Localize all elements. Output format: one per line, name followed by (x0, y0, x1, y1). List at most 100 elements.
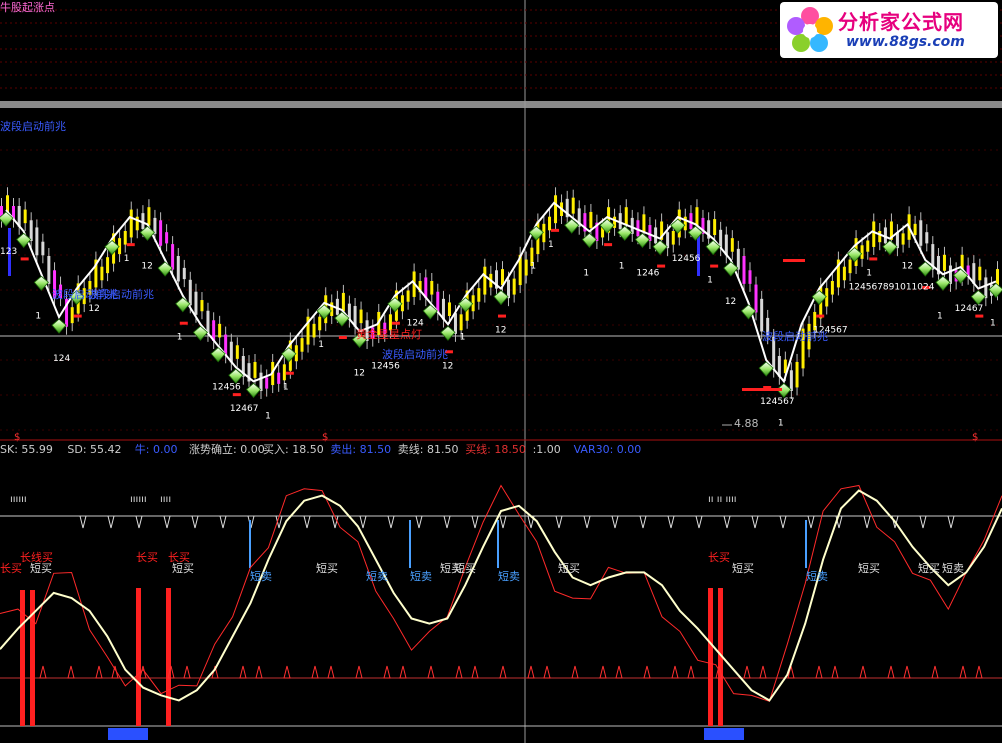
candle (171, 244, 175, 270)
signal-label: 短买 (30, 561, 52, 575)
candle (300, 338, 304, 352)
bottom-spike (283, 665, 291, 679)
bar-number-label: 1 (318, 340, 324, 350)
candle (235, 345, 239, 359)
top-spike (499, 515, 507, 529)
signal-label: 短买 (858, 561, 880, 575)
bar-number-label: 1 (283, 383, 289, 393)
indicator-value: 卖线: 81.50 (398, 442, 459, 456)
top-spike (695, 515, 703, 529)
candle (548, 216, 552, 231)
candle (35, 227, 39, 256)
candle (41, 241, 45, 256)
candle (748, 270, 752, 284)
candle (901, 233, 905, 245)
bottom-spike (311, 665, 319, 679)
top-spike (107, 515, 115, 529)
candle (948, 265, 952, 284)
candle (571, 197, 575, 214)
top-spike (415, 515, 423, 529)
bottom-spike (355, 665, 363, 679)
signal-label: 短买 (172, 561, 194, 575)
bottom-spike (543, 665, 551, 679)
candle (277, 372, 281, 384)
sk-line (0, 484, 1002, 702)
candle (925, 232, 929, 244)
bottom-spike (759, 665, 767, 679)
signal-label: 短卖 (942, 561, 964, 575)
price-panel[interactable] (0, 187, 1002, 426)
gem-marker (970, 290, 986, 306)
candle (23, 209, 27, 224)
candle (312, 323, 316, 338)
bottom-spike (671, 665, 679, 679)
bottom-spike (815, 665, 823, 679)
bar-number-label: 124 (407, 318, 424, 328)
bar-number-label: 1 (548, 240, 554, 250)
candle (176, 256, 180, 282)
gem-marker (192, 325, 209, 341)
bottom-spike (743, 665, 751, 679)
candle (984, 277, 988, 299)
stock-chart[interactable]: 牛股起涨点波段启动前兆 123 1 124 12 1 12 1 12456 12467 1 1 1 12 1… (0, 0, 1002, 743)
candle (730, 238, 734, 252)
bottom-spike (831, 665, 839, 679)
signal-tick: ıııııı (130, 494, 147, 505)
candle (188, 279, 192, 306)
candle (789, 370, 793, 391)
signal-tick: ıııı (160, 494, 171, 505)
candle (165, 232, 169, 244)
bottom-spike (67, 665, 75, 679)
top-spike (555, 515, 563, 529)
top-spike (807, 515, 815, 529)
main-panel-title: 波段启动前兆 (0, 119, 66, 133)
dollar-marker: $ (322, 432, 328, 443)
bottom-spike (499, 665, 507, 679)
bottom-spike (615, 665, 623, 679)
bottom-spike (959, 665, 967, 679)
annotation-label: 波段启动前兆 (762, 329, 828, 343)
top-spike (863, 515, 871, 529)
indicator-value: SK: 55.99 (0, 443, 53, 456)
bottom-spike (427, 665, 435, 679)
indicator-value: SD: 55.42 (67, 443, 121, 456)
candle (29, 220, 33, 241)
candle (671, 231, 675, 245)
candle (848, 259, 852, 274)
signal-label: 长买 (136, 551, 158, 564)
candle (341, 292, 345, 312)
red-dash (742, 388, 782, 391)
red-dash (338, 336, 347, 339)
bottom-spike (903, 665, 911, 679)
candle (695, 207, 699, 226)
candle (106, 257, 110, 274)
candle (978, 266, 982, 281)
candle (878, 231, 882, 243)
indicator-value: 涨势确立: 0.00 (189, 442, 265, 456)
candle (483, 266, 487, 295)
candle (507, 279, 510, 299)
candle (913, 223, 917, 236)
candle (318, 316, 322, 331)
red-dash (498, 314, 506, 318)
oscillator-panel[interactable] (0, 484, 1002, 741)
top-spike (471, 515, 479, 529)
candle (760, 298, 764, 332)
dollar-marker: $ (972, 432, 978, 443)
bar-number-label: 1 (583, 268, 589, 278)
top-spike (723, 515, 731, 529)
gem-marker (175, 297, 191, 313)
signal-label: 短买 (454, 561, 476, 575)
candle (182, 267, 186, 280)
indicator-value: VAR30: 0.00 (574, 443, 642, 456)
bar-number-label: 12 (141, 261, 152, 271)
bar-number-label: 1 (619, 261, 625, 271)
top-spike (751, 515, 759, 529)
bar-number-label: 1 (937, 311, 943, 321)
candle (253, 361, 257, 378)
bottom-spike (471, 665, 479, 679)
panel-separator (0, 101, 1002, 108)
bar-number-label: 12 (725, 297, 736, 307)
candle (919, 220, 923, 246)
bar-number-label: 1 (265, 411, 271, 421)
